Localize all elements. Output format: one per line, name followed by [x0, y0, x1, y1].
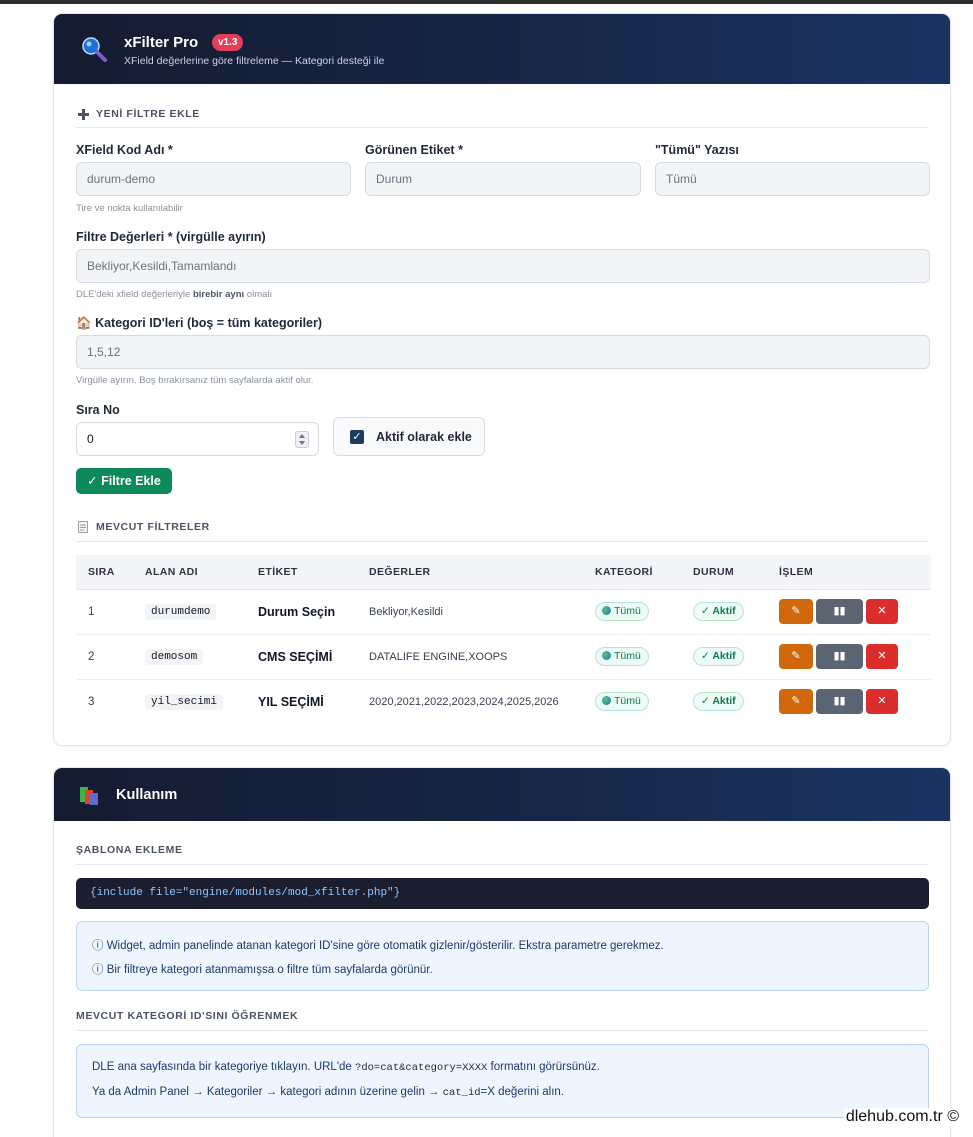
app-title: xFilter Pro [124, 34, 199, 51]
number-spinner[interactable] [295, 431, 309, 448]
xfield-label: XField Kod Adı * [76, 143, 173, 157]
all-text-input[interactable]: Tümü [655, 162, 930, 196]
books-icon [80, 787, 98, 805]
divider [76, 127, 929, 128]
xfield-hint: Tire ve nokta kullanılabilir [76, 203, 183, 214]
col-values: DEĞERLER [357, 555, 583, 590]
globe-icon [602, 651, 611, 660]
top-bar [0, 0, 973, 4]
values-hint: DLE'deki xfield değerleriyle birebir ayn… [76, 289, 273, 300]
col-actions: İŞLEM [767, 555, 931, 590]
category-badge: Tümü [595, 602, 649, 621]
field-code: demosom [145, 648, 204, 665]
values-input[interactable]: Bekliyor,Kesildi,Tamamlandı [76, 249, 930, 283]
table-row: 3 yil_secimi YIL SEÇİMİ 2020,2021,2022,2… [76, 679, 931, 724]
row-values: DATALIFE ENGINE,XOOPS [369, 650, 508, 663]
category-badge: Tümü [595, 647, 649, 666]
template-section-title: ŞABLONA EKLEME [76, 844, 183, 856]
row-order: 2 [88, 650, 95, 663]
field-code: yil_secimi [145, 693, 224, 710]
category-label: 🏠 Kategori ID'leri (boş = tüm kategorile… [76, 316, 323, 330]
col-status: DURUM [681, 555, 767, 590]
delete-button[interactable]: ✕ [866, 599, 898, 624]
delete-button[interactable]: ✕ [866, 644, 898, 669]
category-badge: Tümü [595, 692, 649, 712]
row-label: Durum Seçin [258, 604, 336, 619]
pause-button[interactable]: ▮▮ [816, 644, 863, 669]
edit-button[interactable]: ✎ [779, 599, 813, 624]
values-label: Filtre Değerleri * (virgülle ayırın) [76, 230, 266, 244]
globe-icon [602, 606, 611, 615]
filters-table: SIRA ALAN ADI ETİKET DEĞERLER KATEGORİ D… [76, 555, 931, 724]
add-filter-button[interactable]: ✓ Filtre Ekle [76, 468, 172, 494]
info-line: DLE ana sayfasında bir kategoriye tıklay… [92, 1061, 600, 1074]
edit-button[interactable]: ✎ [779, 689, 813, 715]
list-section-title: MEVCUT FİLTRELER [96, 521, 210, 533]
divider [76, 864, 929, 865]
display-label-input[interactable]: Durum [365, 162, 641, 196]
row-values: 2020,2021,2022,2023,2024,2025,2026 [369, 695, 559, 708]
cat-id-section-title: MEVCUT KATEGORİ ID'SINI ÖĞRENMEK [76, 1010, 299, 1022]
divider [76, 1030, 929, 1031]
footer-brand: dlehub.com.tr © [843, 1108, 961, 1126]
plus-icon [78, 109, 89, 120]
version-badge: v1.3 [212, 34, 244, 51]
filter-card: xFilter Pro v1.3 XField değerlerine göre… [53, 13, 951, 746]
table-row: 2 demosom CMS SEÇİMİ DATALIFE ENGINE,XOO… [76, 634, 931, 679]
table-row: 1 durumdemo Durum Seçin Bekliyor,Kesildi… [76, 589, 931, 634]
col-order: SIRA [76, 555, 133, 590]
divider [76, 541, 929, 542]
usage-title: Kullanım [116, 787, 178, 803]
order-label: Sıra No [76, 403, 120, 417]
delete-button[interactable]: ✕ [866, 689, 898, 715]
all-text-label: "Tümü" Yazısı [655, 143, 739, 157]
status-badge: ✓ Aktif [693, 602, 744, 621]
usage-header: Kullanım [54, 768, 950, 821]
card-header: xFilter Pro v1.3 XField değerlerine göre… [54, 14, 950, 84]
row-order: 1 [88, 605, 95, 618]
status-badge: ✓ Aktif [693, 692, 744, 712]
pause-button[interactable]: ▮▮ [816, 599, 863, 624]
include-code: {include file="engine/modules/mod_xfilte… [76, 878, 929, 909]
globe-icon [602, 696, 611, 706]
col-field: ALAN ADI [133, 555, 246, 590]
table-header-row: SIRA ALAN ADI ETİKET DEĞERLER KATEGORİ D… [76, 555, 931, 590]
app-subtitle: XField değerlerine göre filtreleme — Kat… [124, 55, 385, 67]
category-hint: Virgülle ayırın. Boş bırakırsanız tüm sa… [76, 375, 314, 386]
document-icon [78, 521, 88, 533]
col-label: ETİKET [246, 555, 357, 590]
pause-button[interactable]: ▮▮ [816, 689, 863, 715]
house-icon: 🏠 [76, 316, 92, 330]
active-checkbox-wrap[interactable]: ✓ Aktif olarak ekle [333, 417, 485, 456]
xfield-input[interactable]: durum-demo [76, 162, 351, 196]
category-input[interactable]: 1,5,12 [76, 335, 930, 369]
info-line: ⓘ Bir filtreye kategori atanmamışsa o fi… [92, 964, 433, 976]
field-code: durumdemo [145, 603, 217, 620]
usage-card: Kullanım ŞABLONA EKLEME {include file="e… [53, 767, 951, 1137]
row-label: YIL SEÇİMİ [258, 694, 324, 709]
order-input[interactable]: 0 [76, 422, 319, 456]
row-order: 3 [88, 695, 95, 708]
row-values: Bekliyor,Kesildi [369, 605, 443, 618]
row-label: CMS SEÇİMİ [258, 649, 333, 664]
info-line: Ya da Admin Panel → Kategoriler → katego… [92, 1086, 564, 1099]
magnifier-icon [82, 37, 107, 62]
col-category: KATEGORİ [583, 555, 681, 590]
info-line: ⓘ Widget, admin panelinde atanan kategor… [92, 940, 664, 952]
status-badge: ✓ Aktif [693, 647, 744, 666]
edit-button[interactable]: ✎ [779, 644, 813, 669]
display-label-label: Görünen Etiket * [365, 143, 463, 157]
info-box: ⓘ Widget, admin panelinde atanan kategor… [76, 921, 929, 991]
checkbox-checked-icon[interactable]: ✓ [350, 430, 364, 444]
info-box: DLE ana sayfasında bir kategoriye tıklay… [76, 1044, 929, 1118]
active-checkbox-label: Aktif olarak ekle [376, 430, 472, 444]
add-section-title: YENİ FİLTRE EKLE [96, 108, 200, 120]
